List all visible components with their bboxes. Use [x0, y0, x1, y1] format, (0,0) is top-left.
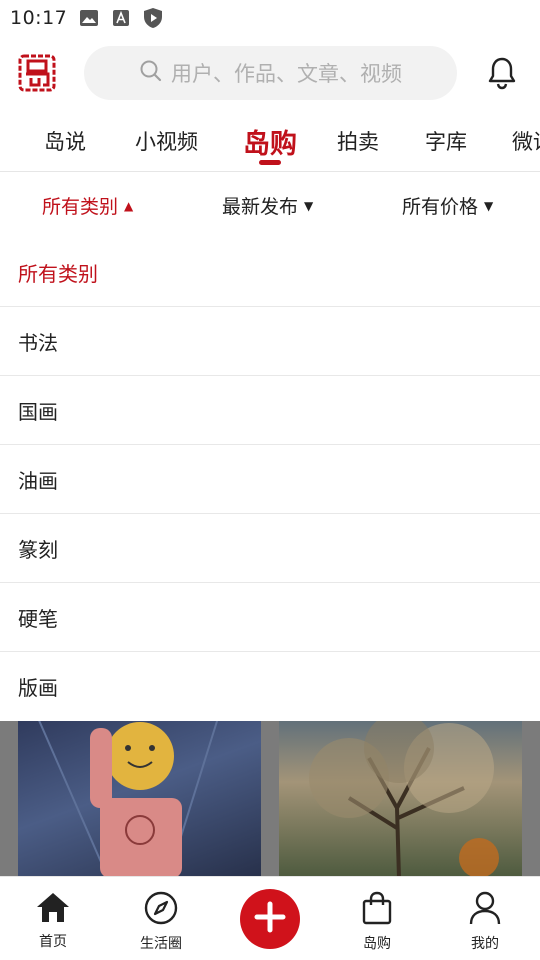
- filter-category-label: 所有类别: [42, 196, 119, 218]
- nav-home-label: 首页: [39, 934, 67, 950]
- filter-bar: 所有类别 ▲ 最新发布 ▼ 所有价格 ▼: [0, 172, 540, 236]
- status-time: 10:17: [10, 7, 68, 29]
- dropdown-item[interactable]: 版画: [0, 652, 540, 721]
- publish-button[interactable]: [240, 889, 300, 949]
- search-bar[interactable]: 用户、作品、文章、视频: [84, 46, 457, 100]
- filter-price-label: 所有价格: [402, 196, 479, 218]
- product-card-image[interactable]: [279, 718, 522, 878]
- nav-life-circle[interactable]: 生活圈: [116, 891, 206, 953]
- category-dropdown: 所有类别 书法 国画 油画 篆刻 硬笔 版画: [0, 238, 540, 721]
- plus-icon: [254, 901, 286, 937]
- tab-weidu[interactable]: 微读: [512, 126, 540, 156]
- filter-price[interactable]: 所有价格 ▼: [402, 192, 493, 219]
- dropdown-item[interactable]: 油画: [0, 445, 540, 514]
- nav-life-circle-label: 生活圈: [140, 936, 182, 952]
- search-icon: [139, 59, 163, 87]
- dropdown-item[interactable]: 硬笔: [0, 583, 540, 652]
- tab-daogou[interactable]: 岛购: [243, 122, 297, 161]
- caret-down-icon: ▼: [484, 198, 494, 213]
- bell-icon[interactable]: [486, 56, 518, 90]
- filter-category[interactable]: 所有类别 ▲: [42, 192, 133, 219]
- search-placeholder: 用户、作品、文章、视频: [171, 62, 402, 86]
- user-icon: [469, 891, 501, 929]
- dropdown-item[interactable]: 所有类别: [0, 238, 540, 307]
- nav-daogou-label: 岛购: [363, 936, 391, 952]
- dropdown-item[interactable]: 篆刻: [0, 514, 540, 583]
- compass-icon: [144, 891, 178, 929]
- dropdown-item[interactable]: 国画: [0, 376, 540, 445]
- tab-short-video[interactable]: 小视频: [135, 126, 198, 156]
- tab-auction[interactable]: 拍卖: [337, 126, 379, 156]
- shield-play-icon: [143, 8, 163, 28]
- nav-daogou[interactable]: 岛购: [332, 891, 422, 953]
- home-icon: [35, 891, 71, 927]
- caret-up-icon: ▲: [124, 198, 134, 213]
- app-header: 用户、作品、文章、视频: [0, 36, 540, 112]
- nav-mine-label: 我的: [471, 936, 499, 952]
- tab-daoshuo[interactable]: 岛说: [44, 126, 86, 156]
- bottom-nav: 首页 生活圈 岛购 我的: [0, 876, 540, 960]
- filter-sort-label: 最新发布: [222, 196, 299, 218]
- shopping-bag-icon: [362, 891, 392, 929]
- nav-home[interactable]: 首页: [8, 891, 98, 951]
- dropdown-item[interactable]: 书法: [0, 307, 540, 376]
- nav-mine[interactable]: 我的: [440, 891, 530, 953]
- category-tabs: 岛说 小视频 岛购 拍卖 字库 微读: [0, 112, 540, 172]
- product-grid: [0, 718, 540, 878]
- tab-font-library[interactable]: 字库: [425, 126, 467, 156]
- product-card-image[interactable]: [18, 718, 261, 878]
- image-icon: [79, 8, 99, 28]
- font-a-icon: [111, 8, 131, 28]
- status-bar: 10:17: [0, 0, 540, 36]
- active-tab-indicator: [259, 160, 281, 165]
- filter-sort[interactable]: 最新发布 ▼: [222, 192, 313, 219]
- caret-down-icon: ▼: [304, 198, 314, 213]
- dao-seal-logo[interactable]: [18, 54, 56, 92]
